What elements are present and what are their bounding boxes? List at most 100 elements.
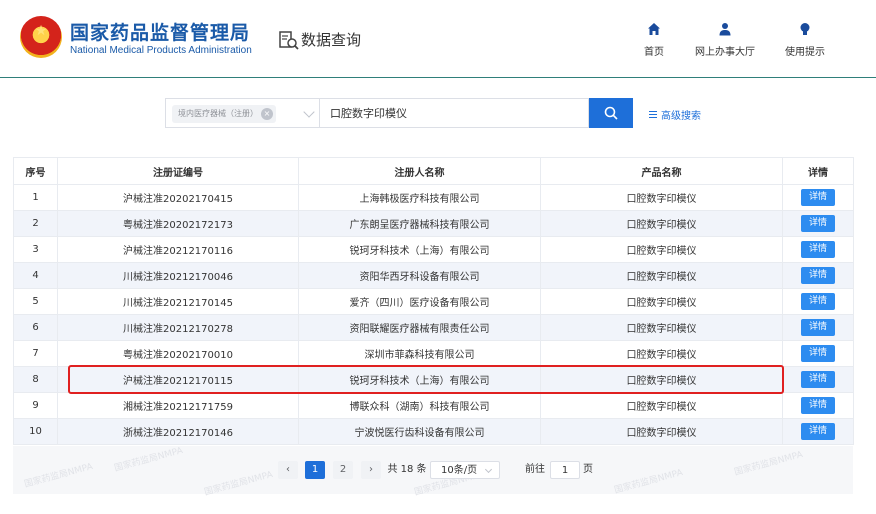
page-size-select[interactable]: 10条/页 bbox=[430, 461, 500, 479]
search-icon bbox=[604, 106, 618, 120]
row-registration-no: 浙械注准20212170146 bbox=[57, 418, 299, 445]
details-button[interactable]: 详情 bbox=[801, 293, 835, 310]
row-product-name: 口腔数字印模仪 bbox=[540, 262, 783, 289]
table-row: 3 沪械注准20212170116 锐珂牙科技术（上海）有限公司 口腔数字印模仪 详情 bbox=[13, 236, 854, 263]
row-index: 2 bbox=[13, 210, 58, 237]
row-registration-no: 川械注准20212170145 bbox=[57, 288, 299, 315]
row-product-name: 口腔数字印模仪 bbox=[540, 392, 783, 419]
table-row: 4 川械注准20212170046 资阳华西牙科设备有限公司 口腔数字印模仪 详情 bbox=[13, 262, 854, 289]
nav-online-service-label: 网上办事大厅 bbox=[695, 47, 755, 58]
site-header: ★ 国家药品监督管理局 National Medical Products Ad… bbox=[0, 0, 876, 78]
search-bar: 境内医疗器械（注册） × 高级搜索 bbox=[0, 98, 876, 128]
row-registration-no: 沪械注准20202170415 bbox=[57, 184, 299, 211]
row-details-cell: 详情 bbox=[782, 288, 854, 315]
category-select[interactable]: 境内医疗器械（注册） × bbox=[165, 98, 319, 128]
national-emblem-logo: ★ bbox=[20, 16, 62, 58]
row-registration-no: 粤械注准20202170010 bbox=[57, 340, 299, 367]
row-registrant: 博联众科（湖南）科技有限公司 bbox=[298, 392, 541, 419]
row-product-name: 口腔数字印模仪 bbox=[540, 288, 783, 315]
search-button[interactable] bbox=[589, 98, 633, 128]
row-registrant: 上海韩极医疗科技有限公司 bbox=[298, 184, 541, 211]
row-details-cell: 详情 bbox=[782, 340, 854, 367]
row-product-name: 口腔数字印模仪 bbox=[540, 184, 783, 211]
advanced-search-label: 高级搜索 bbox=[661, 111, 701, 122]
row-registrant: 广东朗呈医疗器械科技有限公司 bbox=[298, 210, 541, 237]
row-index: 1 bbox=[13, 184, 58, 211]
details-button[interactable]: 详情 bbox=[801, 189, 835, 206]
chevron-down-icon bbox=[484, 465, 493, 474]
filter-icon bbox=[649, 111, 657, 118]
row-registration-no: 沪械注准20212170115 bbox=[57, 366, 299, 393]
table-row: 5 川械注准20212170145 爱齐（四川）医疗设备有限公司 口腔数字印模仪 详情 bbox=[13, 288, 854, 315]
header-registrant: 注册人名称 bbox=[298, 157, 541, 185]
row-registrant: 爱齐（四川）医疗设备有限公司 bbox=[298, 288, 541, 315]
row-details-cell: 详情 bbox=[782, 262, 854, 289]
table-body: 1 沪械注准20202170415 上海韩极医疗科技有限公司 口腔数字印模仪 详情 2 粤械… bbox=[13, 184, 854, 445]
pagination: 国家药监局NMPA 国家药监局NMPA 国家药监局NMPA 国家药监局NMPA … bbox=[13, 446, 853, 498]
category-tag: 境内医疗器械（注册） × bbox=[172, 105, 276, 123]
details-button[interactable]: 详情 bbox=[801, 423, 835, 440]
row-product-name: 口腔数字印模仪 bbox=[540, 340, 783, 367]
user-icon bbox=[719, 23, 731, 36]
row-details-cell: 详情 bbox=[782, 236, 854, 263]
header-product-name: 产品名称 bbox=[540, 157, 783, 185]
details-button[interactable]: 详情 bbox=[801, 371, 835, 388]
details-button[interactable]: 详情 bbox=[801, 319, 835, 336]
row-product-name: 口腔数字印模仪 bbox=[540, 366, 783, 393]
nav-usage-tips[interactable]: 使用提示 bbox=[760, 22, 850, 59]
table-row: 2 粤械注准20202172173 广东朗呈医疗器械科技有限公司 口腔数字印模仪 详情 bbox=[13, 210, 854, 237]
close-icon[interactable]: × bbox=[261, 108, 273, 120]
org-name-cn[interactable]: 国家药品监督管理局 bbox=[70, 18, 250, 45]
section-title: 数据查询 bbox=[301, 31, 362, 49]
table-row: 7 粤械注准20202170010 深圳市菲森科技有限公司 口腔数字印模仪 详情 bbox=[13, 340, 854, 367]
table-row: 8 沪械注准20212170115 锐珂牙科技术（上海）有限公司 口腔数字印模仪 详情 bbox=[13, 366, 854, 393]
results-table: 序号 注册证编号 注册人名称 产品名称 详情 1 沪械注准20202170415 上… bbox=[13, 157, 854, 445]
page-2-button[interactable]: 2 bbox=[333, 461, 353, 479]
row-details-cell: 详情 bbox=[782, 314, 854, 341]
row-product-name: 口腔数字印模仪 bbox=[540, 314, 783, 341]
goto-label: 前往 bbox=[525, 464, 545, 475]
goto-page-input[interactable]: 1 bbox=[550, 461, 580, 479]
row-index: 6 bbox=[13, 314, 58, 341]
row-details-cell: 详情 bbox=[782, 366, 854, 393]
row-details-cell: 详情 bbox=[782, 210, 854, 237]
details-button[interactable]: 详情 bbox=[801, 241, 835, 258]
total-count: 共 18 条 bbox=[387, 464, 427, 475]
prev-page-button[interactable]: ‹ bbox=[278, 461, 298, 479]
row-registrant: 锐珂牙科技术（上海）有限公司 bbox=[298, 236, 541, 263]
details-button[interactable]: 详情 bbox=[801, 397, 835, 414]
row-details-cell: 详情 bbox=[782, 392, 854, 419]
row-details-cell: 详情 bbox=[782, 184, 854, 211]
page-1-button[interactable]: 1 bbox=[305, 461, 325, 479]
row-index: 10 bbox=[13, 418, 58, 445]
row-index: 7 bbox=[13, 340, 58, 367]
details-button[interactable]: 详情 bbox=[801, 267, 835, 284]
details-button[interactable]: 详情 bbox=[801, 345, 835, 362]
row-index: 3 bbox=[13, 236, 58, 263]
row-registrant: 宁波悦医行齿科设备有限公司 bbox=[298, 418, 541, 445]
table-row: 9 湘械注准20212171759 博联众科（湖南）科技有限公司 口腔数字印模仪 详情 bbox=[13, 392, 854, 419]
row-registration-no: 沪械注准20212170116 bbox=[57, 236, 299, 263]
row-registrant: 锐珂牙科技术（上海）有限公司 bbox=[298, 366, 541, 393]
org-name-en: National Medical Products Administration bbox=[70, 45, 252, 56]
row-registration-no: 川械注准20212170046 bbox=[57, 262, 299, 289]
row-product-name: 口腔数字印模仪 bbox=[540, 210, 783, 237]
row-index: 5 bbox=[13, 288, 58, 315]
nav-online-service-hall[interactable]: 网上办事大厅 bbox=[680, 22, 770, 59]
row-product-name: 口腔数字印模仪 bbox=[540, 418, 783, 445]
page-size-value: 10条/页 bbox=[441, 465, 478, 476]
next-page-button[interactable]: › bbox=[361, 461, 381, 479]
row-registrant: 资阳联耀医疗器械有限责任公司 bbox=[298, 314, 541, 341]
advanced-search-link[interactable]: 高级搜索 bbox=[649, 107, 701, 122]
row-index: 9 bbox=[13, 392, 58, 419]
row-index: 4 bbox=[13, 262, 58, 289]
page-unit-label: 页 bbox=[583, 464, 593, 475]
row-registrant: 资阳华西牙科设备有限公司 bbox=[298, 262, 541, 289]
category-tag-label: 境内医疗器械（注册） bbox=[178, 109, 258, 118]
row-index: 8 bbox=[13, 366, 58, 393]
details-button[interactable]: 详情 bbox=[801, 215, 835, 232]
table-header-row: 序号 注册证编号 注册人名称 产品名称 详情 bbox=[13, 157, 854, 185]
table-row: 10 浙械注准20212170146 宁波悦医行齿科设备有限公司 口腔数字印模仪 详情 bbox=[13, 418, 854, 445]
search-input[interactable] bbox=[319, 98, 589, 128]
chevron-down-icon[interactable] bbox=[303, 106, 315, 118]
